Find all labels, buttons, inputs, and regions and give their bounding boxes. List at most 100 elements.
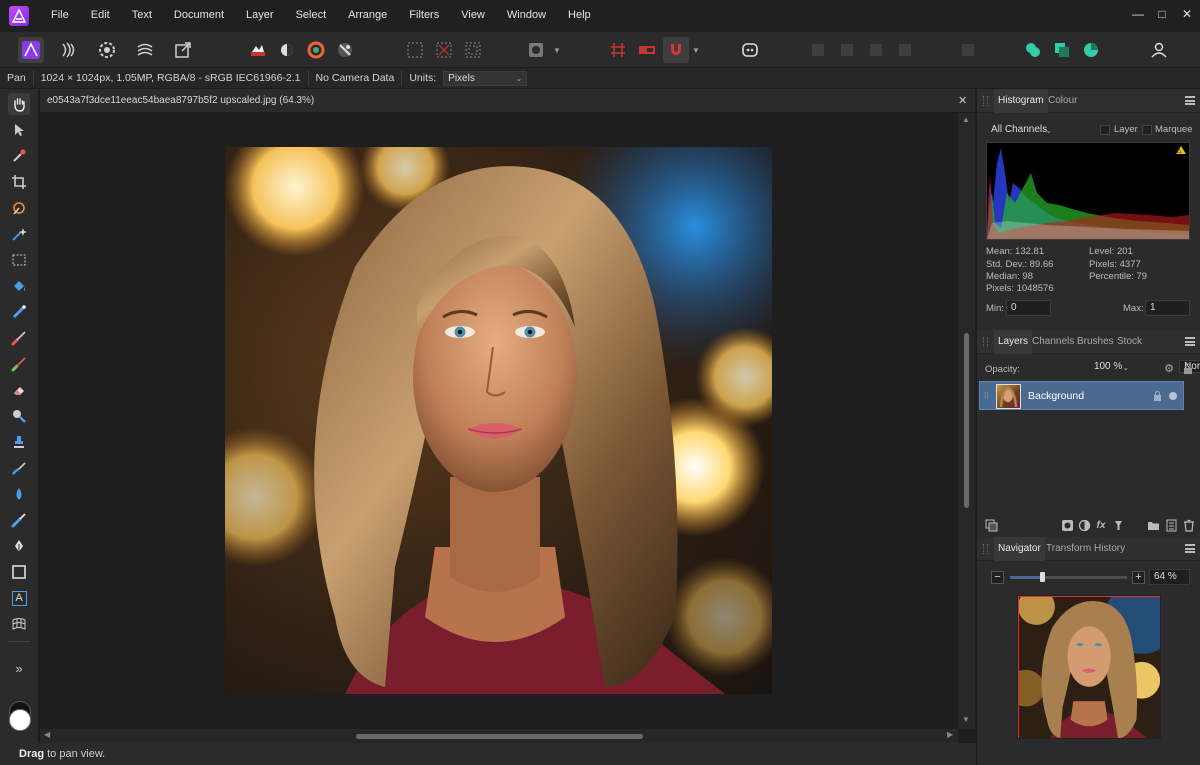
panel-grip-icon[interactable]: [983, 96, 988, 106]
menu-view[interactable]: View: [450, 0, 496, 31]
tab-transform[interactable]: Transform: [1042, 537, 1095, 561]
artistic-text-tool-icon[interactable]: A: [8, 587, 30, 609]
panel-grip-icon[interactable]: [983, 544, 988, 554]
channel-select[interactable]: All Channels ⌄: [986, 123, 1055, 136]
scroll-up-icon[interactable]: ▲: [962, 115, 970, 124]
navigator-preview[interactable]: [1017, 595, 1161, 739]
horizontal-scrollbar[interactable]: ◀ ▶: [40, 729, 958, 743]
layer-expand-icon[interactable]: ⁞⁞: [984, 391, 988, 400]
max-field[interactable]: 1: [1145, 300, 1190, 316]
maximize-button[interactable]: □: [1150, 0, 1174, 31]
export-persona-icon[interactable]: [170, 37, 196, 63]
document-title[interactable]: e0543a7f3dce11eeac54baea8797b5f2 upscale…: [47, 95, 314, 106]
primary-colour-swatch[interactable]: [9, 709, 31, 731]
snapping-magnet-icon[interactable]: [663, 37, 689, 63]
expand-tools-icon[interactable]: »: [8, 657, 30, 679]
liquify-persona-icon[interactable]: [56, 37, 82, 63]
tab-stock[interactable]: Stock: [1113, 330, 1146, 354]
live-filter-icon[interactable]: [1111, 518, 1125, 532]
scroll-down-icon[interactable]: ▼: [962, 715, 970, 724]
layer-visibility-icon[interactable]: [1169, 392, 1177, 400]
gradient-tool-icon[interactable]: [8, 301, 30, 323]
rectangular-marquee-tool-icon[interactable]: [8, 249, 30, 271]
zoom-slider-thumb[interactable]: [1039, 572, 1045, 582]
scroll-left-icon[interactable]: ◀: [44, 730, 50, 739]
vertical-scroll-thumb[interactable]: [964, 333, 969, 508]
invert-selection-icon[interactable]: [460, 37, 486, 63]
marquee-checkbox[interactable]: [1142, 125, 1152, 135]
add-pixel-layer-icon[interactable]: [1164, 518, 1178, 532]
tab-layers[interactable]: Layers: [994, 330, 1033, 354]
healing-brush-tool-icon[interactable]: [8, 509, 30, 531]
panel-menu-icon[interactable]: [1185, 96, 1195, 105]
delete-layer-trash-icon[interactable]: [1182, 518, 1196, 532]
horizontal-scroll-thumb[interactable]: [356, 734, 643, 739]
zoom-out-button[interactable]: −: [991, 571, 1004, 584]
minimize-button[interactable]: —: [1126, 0, 1150, 31]
add-group-folder-icon[interactable]: [1146, 518, 1160, 532]
auto-levels-icon[interactable]: [245, 37, 271, 63]
boolean-subtract-icon[interactable]: [1049, 37, 1075, 63]
crop-tool-icon[interactable]: [8, 171, 30, 193]
zoom-slider[interactable]: [1010, 572, 1127, 582]
boolean-add-icon[interactable]: [1020, 37, 1046, 63]
selection-brush-tool-icon[interactable]: [8, 197, 30, 219]
quick-mask-dropdown-icon[interactable]: ▼: [553, 46, 561, 55]
menu-document[interactable]: Document: [163, 0, 235, 31]
navigator-view-rect[interactable]: [1018, 596, 1160, 738]
menu-filters[interactable]: Filters: [398, 0, 450, 31]
layer-styles-icon[interactable]: [984, 518, 998, 532]
tab-brushes[interactable]: Brushes: [1073, 330, 1118, 354]
layer-lock-icon[interactable]: [1150, 389, 1164, 403]
min-field[interactable]: 0: [1006, 300, 1051, 316]
smudge-brush-tool-icon[interactable]: [8, 457, 30, 479]
colour-picker-tool-icon[interactable]: [8, 145, 30, 167]
photo-persona-icon[interactable]: [18, 37, 44, 63]
flood-select-tool-icon[interactable]: [8, 223, 30, 245]
boolean-intersect-icon[interactable]: [1078, 37, 1104, 63]
zoom-field[interactable]: 64 %: [1149, 569, 1190, 585]
tab-channels[interactable]: Channels: [1028, 330, 1078, 354]
flood-fill-tool-icon[interactable]: [8, 275, 30, 297]
tone-mapping-persona-icon[interactable]: [132, 37, 158, 63]
close-window-button[interactable]: ✕: [1175, 0, 1199, 31]
mask-toggle-icon[interactable]: [634, 37, 660, 63]
lock-icon[interactable]: [1181, 361, 1195, 375]
adjustment-icon[interactable]: [1077, 518, 1091, 532]
menu-text[interactable]: Text: [121, 0, 163, 31]
panel-menu-icon[interactable]: [1185, 337, 1195, 346]
move-tool-icon[interactable]: [8, 119, 30, 141]
tab-navigator[interactable]: Navigator: [994, 537, 1045, 561]
close-document-button[interactable]: ✕: [958, 94, 967, 107]
opacity-select[interactable]: 100 % ⌄: [1088, 360, 1131, 373]
layer-row[interactable]: ⁞⁞ Background: [979, 381, 1184, 410]
account-icon[interactable]: [1146, 37, 1172, 63]
panel-grip-icon[interactable]: [983, 337, 988, 347]
dodge-brush-tool-icon[interactable]: [8, 405, 30, 427]
menu-edit[interactable]: Edit: [80, 0, 121, 31]
scroll-right-icon[interactable]: ▶: [947, 730, 953, 739]
canvas-area[interactable]: [40, 113, 958, 729]
tab-history[interactable]: History: [1090, 537, 1129, 561]
auto-white-balance-icon[interactable]: [332, 37, 358, 63]
vertical-scrollbar[interactable]: ▲ ▼: [958, 113, 975, 729]
quick-mask-icon[interactable]: [523, 37, 549, 63]
menu-help[interactable]: Help: [557, 0, 602, 31]
units-select[interactable]: Pixels ⌄: [443, 70, 528, 86]
blur-brush-tool-icon[interactable]: [8, 483, 30, 505]
auto-colours-icon[interactable]: [303, 37, 329, 63]
rectangle-tool-icon[interactable]: [8, 561, 30, 583]
colour-replacement-tool-icon[interactable]: [8, 353, 30, 375]
panel-menu-icon[interactable]: [1185, 544, 1195, 553]
develop-persona-icon[interactable]: [94, 37, 120, 63]
menu-layer[interactable]: Layer: [235, 0, 285, 31]
snapping-grid-icon[interactable]: [605, 37, 631, 63]
fx-icon[interactable]: fx: [1094, 518, 1108, 532]
layer-settings-gear-icon[interactable]: ⚙: [1162, 361, 1176, 375]
add-mask-icon[interactable]: [1060, 518, 1074, 532]
tab-colour[interactable]: Colour: [1044, 89, 1081, 113]
zoom-in-button[interactable]: +: [1132, 571, 1145, 584]
pen-tool-icon[interactable]: [8, 535, 30, 557]
assistant-icon[interactable]: [737, 37, 763, 63]
erase-brush-tool-icon[interactable]: [8, 379, 30, 401]
